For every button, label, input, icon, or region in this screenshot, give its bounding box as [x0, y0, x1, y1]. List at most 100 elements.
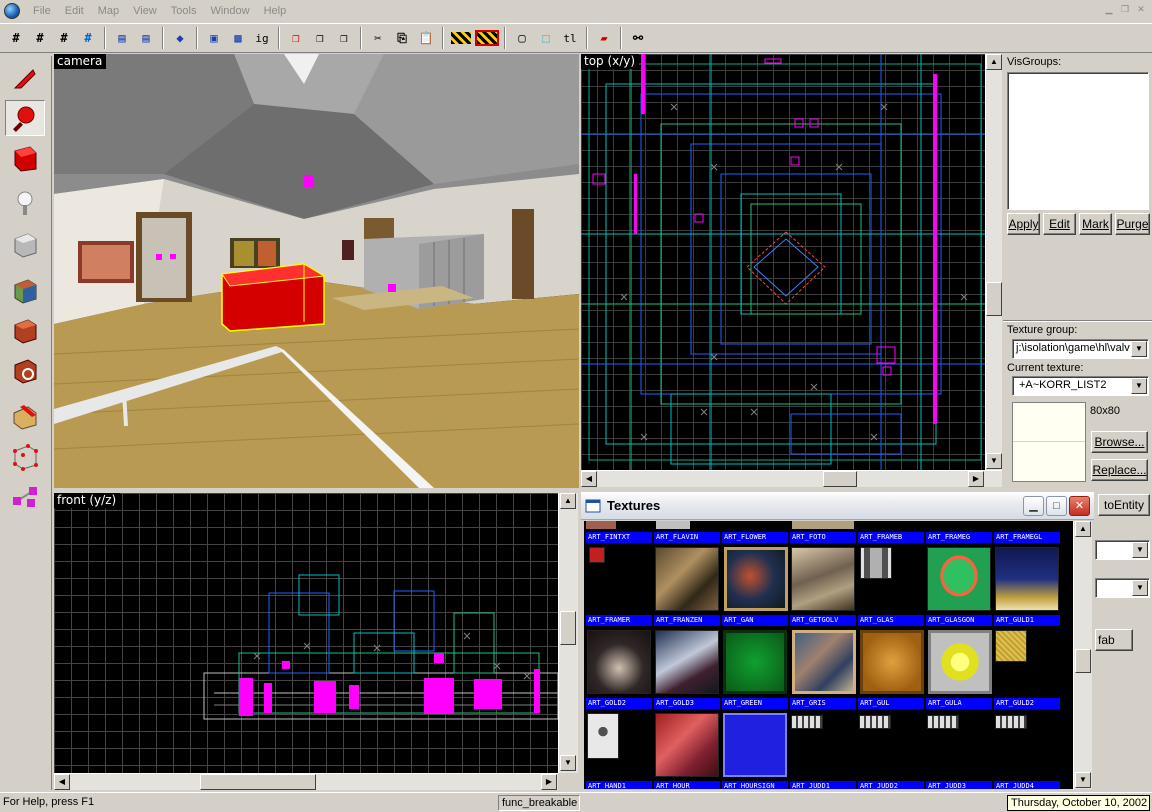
texture-thumbnail[interactable]	[927, 547, 991, 611]
grid-larger-icon[interactable]: #	[77, 27, 99, 49]
chevron-down-icon[interactable]: ▼	[1132, 542, 1148, 558]
mdi-minimize-icon[interactable]: ▁	[1102, 3, 1116, 17]
texture-thumbnail[interactable]	[724, 547, 788, 611]
menu-map[interactable]: Map	[91, 1, 126, 21]
chevron-down-icon[interactable]: ▼	[1132, 580, 1148, 596]
texture-tile[interactable]: ART_FINTXT	[586, 532, 652, 543]
move-to-world-select[interactable]: ▼	[1095, 540, 1150, 560]
texture-tile[interactable]: ART_FRAMEG	[926, 532, 992, 543]
textures-vertical-scrollbar[interactable]: ▲ ▼	[1073, 521, 1092, 789]
texture-thumbnail[interactable]	[791, 715, 823, 729]
texture-tile[interactable]: ART_GRIS	[790, 698, 856, 709]
scroll-up-arrow-icon[interactable]: ▲	[560, 493, 576, 509]
textures-window[interactable]: Textures ▁ □ ✕ ART_FINTXT ART_FLAVIN ART…	[580, 491, 1095, 791]
texture-tile[interactable]: ART_GUL	[858, 698, 924, 709]
scroll-thumb[interactable]	[560, 611, 576, 645]
scroll-down-arrow-icon[interactable]: ▼	[986, 453, 1002, 469]
scroll-up-arrow-icon[interactable]: ▲	[986, 54, 1002, 70]
texture-tile[interactable]: ART_GLASGON	[926, 615, 992, 626]
camera-viewport[interactable]: camera	[54, 54, 579, 488]
menu-window[interactable]: Window	[203, 1, 256, 21]
mdi-restore-icon[interactable]: ❐	[1118, 3, 1132, 17]
grid-toggle-icon[interactable]: #	[5, 27, 27, 49]
mdi-close-icon[interactable]: ✕	[1134, 3, 1148, 17]
front-viewport[interactable]: front (y/z)	[54, 493, 558, 773]
visgroup-edit-button[interactable]: Edit	[1043, 213, 1076, 235]
menu-help[interactable]: Help	[257, 1, 294, 21]
path-tool[interactable]	[5, 478, 45, 514]
texture-thumbnail[interactable]	[859, 715, 891, 729]
camera-tool[interactable]	[5, 140, 45, 176]
texture-thumbnail[interactable]	[587, 713, 619, 759]
grid-smaller-icon[interactable]: #	[53, 27, 75, 49]
load-window-state-icon[interactable]: ▤	[111, 27, 133, 49]
toggle-texture-scaling-lock-icon[interactable]	[475, 30, 499, 46]
texture-group-select[interactable]: j:\isolation\game\hl\valv ▼	[1012, 339, 1149, 359]
texture-tile[interactable]: ART_GAN	[722, 615, 788, 626]
ignore-groups-icon[interactable]: ig	[251, 27, 273, 49]
texture-browser-grid[interactable]: ART_FINTXT ART_FLAVIN ART_FLOWER ART_FOT…	[584, 521, 1073, 789]
top-view-vertical-scrollbar[interactable]: ▲ ▼	[985, 54, 1002, 470]
texture-thumbnail[interactable]	[723, 713, 787, 777]
magnify-tool[interactable]	[5, 100, 45, 136]
scroll-thumb[interactable]	[986, 282, 1002, 316]
texture-tile[interactable]: ART_GETGOLV	[790, 615, 856, 626]
scroll-down-arrow-icon[interactable]: ▼	[560, 755, 576, 771]
texture-tile[interactable]: ART_JUDD1	[790, 781, 856, 789]
entity-tool[interactable]	[5, 186, 45, 222]
close-icon[interactable]: ✕	[1069, 496, 1090, 516]
texture-tile[interactable]: ART_GOLD3	[654, 698, 720, 709]
texture-tile[interactable]: ART_HAND1	[586, 781, 652, 789]
scroll-right-arrow-icon[interactable]: ▶	[968, 471, 984, 487]
texture-tile[interactable]: ART_FRAMER	[586, 615, 652, 626]
cut-icon[interactable]: ✂	[367, 27, 389, 49]
toggle-selection-handles-icon[interactable]: ▢	[511, 27, 533, 49]
visgroup-mark-button[interactable]: Mark	[1079, 213, 1112, 235]
scroll-up-arrow-icon[interactable]: ▲	[1075, 521, 1091, 537]
cordon-icon[interactable]: ⚯	[627, 27, 649, 49]
texture-tile[interactable]: ART_FRANZEN	[654, 615, 720, 626]
scroll-thumb[interactable]	[200, 774, 316, 790]
texture-tile[interactable]: ART_FRAMEGL	[994, 532, 1060, 543]
show-hidden-icon[interactable]: ❒	[333, 27, 355, 49]
chevron-down-icon[interactable]: ▼	[1131, 378, 1147, 394]
toggle-texture-lock-icon[interactable]	[451, 32, 471, 44]
scroll-left-arrow-icon[interactable]: ◀	[54, 774, 70, 790]
texture-tile[interactable]: ART_GULD1	[994, 615, 1060, 626]
replace-textures-button[interactable]: Replace...	[1091, 459, 1148, 481]
textures-title-bar[interactable]: Textures ▁ □ ✕	[581, 492, 1094, 520]
texture-thumbnail[interactable]	[723, 630, 787, 694]
maximize-icon[interactable]: □	[1046, 496, 1067, 516]
top-view-horizontal-scrollbar[interactable]: ◀ ▶	[581, 470, 1002, 487]
toggle-select-by-handles-icon[interactable]: ⬚	[535, 27, 557, 49]
front-view-horizontal-scrollbar[interactable]: ◀ ▶	[54, 773, 558, 790]
prefab-category-select[interactable]: ▼	[1095, 578, 1150, 598]
grid-3d-icon[interactable]: #	[29, 27, 51, 49]
texture-thumbnail[interactable]	[655, 630, 719, 694]
insert-prefab-button[interactable]: fab	[1095, 629, 1133, 651]
texture-tile[interactable]: ART_JUDD3	[926, 781, 992, 789]
block-tool[interactable]	[5, 226, 45, 262]
texture-thumbnail[interactable]	[587, 630, 651, 694]
menu-file[interactable]: File	[26, 1, 58, 21]
texture-tile[interactable]: ART_FLAVIN	[654, 532, 720, 543]
menu-view[interactable]: View	[126, 1, 164, 21]
carve-icon[interactable]: ◆	[169, 27, 191, 49]
texture-tile[interactable]: ART_HOUR	[654, 781, 720, 789]
menu-tools[interactable]: Tools	[164, 1, 204, 21]
texture-tile[interactable]: ART_GLAS	[858, 615, 924, 626]
clipping-tool[interactable]	[5, 398, 45, 434]
texture-thumbnail[interactable]	[791, 547, 855, 611]
texture-tile[interactable]: ART_FRAMEB	[858, 532, 924, 543]
vertex-manipulation-tool[interactable]	[5, 438, 45, 474]
pointer-tool[interactable]	[5, 60, 45, 96]
texture-thumbnail[interactable]	[589, 547, 605, 563]
copy-icon[interactable]: ⎘	[391, 27, 413, 49]
visgroup-apply-button[interactable]: Apply	[1007, 213, 1040, 235]
scroll-thumb[interactable]	[823, 471, 857, 487]
group-icon[interactable]: ▣	[203, 27, 225, 49]
browse-textures-button[interactable]: Browse...	[1091, 431, 1148, 453]
texture-thumbnail[interactable]	[655, 547, 719, 611]
texture-thumbnail[interactable]	[860, 547, 892, 579]
to-entity-button[interactable]: toEntity	[1098, 494, 1150, 516]
